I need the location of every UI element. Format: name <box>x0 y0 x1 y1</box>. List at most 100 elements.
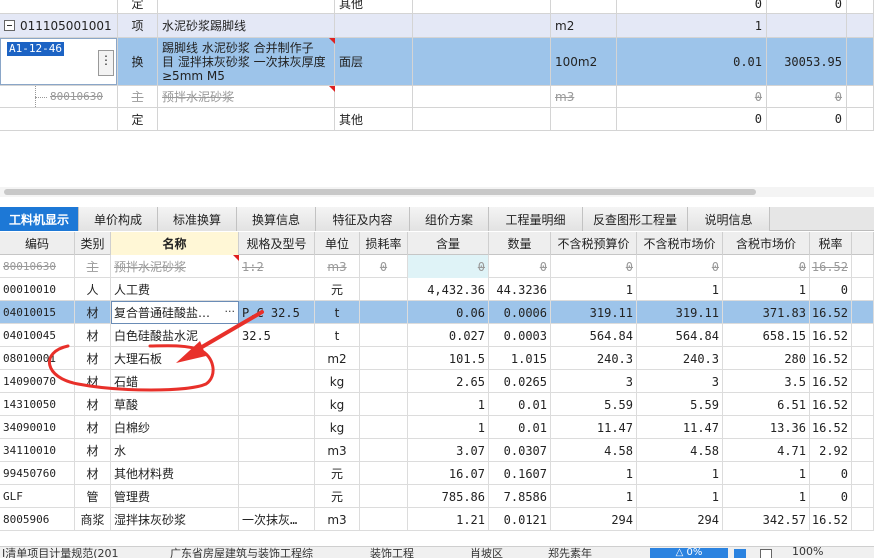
top-cell-type: 主 <box>118 86 158 107</box>
name-cell-editor[interactable]: 复合普通硅酸盐… ··· <box>111 301 239 324</box>
resource-cell-content: 2.65 <box>408 370 489 393</box>
resource-cell-p1: 1 <box>551 462 637 485</box>
header-market-price[interactable]: 不含税市场价 <box>637 232 723 255</box>
resource-cell-spec <box>239 278 315 301</box>
tab-quantity-detail[interactable]: 工程量明细 <box>489 207 583 231</box>
resource-cell-content: 3.07 <box>408 439 489 462</box>
resource-cell-spec <box>239 485 315 508</box>
resource-cell-content: 101.5 <box>408 347 489 370</box>
header-category[interactable]: 类别 <box>75 232 111 255</box>
top-cell-qty: 0 <box>617 108 767 130</box>
header-tax-rate[interactable]: 税率 <box>810 232 852 255</box>
resource-cell-p3: 3.5 <box>723 370 810 393</box>
scrollbar-thumb[interactable] <box>4 189 756 195</box>
top-row-main-material[interactable]: 80010630 主预拌水泥砂浆 m3 0 0 <box>0 86 874 108</box>
resource-row[interactable]: 14090070 材石蜡 kg 2.65 0.0265 3 3 3.5 16.52 <box>0 370 874 393</box>
resource-cell-loss <box>360 508 408 531</box>
top-cell-qty: 1 <box>617 14 767 37</box>
resource-cell-unit: m3 <box>315 439 360 462</box>
resource-cell-cat: 主 <box>75 255 111 278</box>
top-row-bill-item[interactable]: 011105001001 项水泥砂浆踢脚线 m2 1 <box>0 14 874 38</box>
resource-cell-name: 湿拌抹灰砂浆 <box>111 508 239 531</box>
resource-cell-p2: 1 <box>637 278 723 301</box>
ellipsis-button[interactable]: ··· <box>225 305 236 318</box>
header-quantity[interactable]: 数量 <box>489 232 551 255</box>
resource-cell-cat: 管 <box>75 485 111 508</box>
resource-row[interactable]: GLF 管管理费元 785.86 7.8586 1 1 1 0 <box>0 485 874 508</box>
header-budget-price[interactable]: 不含税预算价 <box>551 232 637 255</box>
resource-row[interactable]: 00010010 人人工费元 4,432.36 44.3236 1 1 1 0 <box>0 278 874 301</box>
tab-unit-price[interactable]: 单价构成 <box>79 207 158 231</box>
resource-row[interactable]: 80010630 主预拌水泥砂浆 1:2 m3 0 0 0 0 0 0 16.52 <box>0 255 874 278</box>
top-row-quota-item[interactable]: A1-12-46 ⋮ 换踢脚线 水泥砂浆 合并制作子目 湿拌抹灰砂浆 一次抹灰厚度 ≥… <box>0 38 874 86</box>
header-tax-market-price[interactable]: 含税市场价 <box>723 232 810 255</box>
resource-cell-unit: kg <box>315 393 360 416</box>
resource-cell-tax: 0 <box>810 278 852 301</box>
quota-code[interactable]: A1-12-46 <box>7 42 64 56</box>
resource-cell-p2: 319.11 <box>637 301 723 324</box>
header-unit[interactable]: 单位 <box>315 232 360 255</box>
tab-graphic-quantity[interactable]: 反查图形工程量 <box>583 207 688 231</box>
resource-row[interactable]: 14310050 材草酸 kg 1 0.01 5.59 5.59 6.51 16.52 <box>0 393 874 416</box>
tab-conversion-info[interactable]: 换算信息 <box>237 207 316 231</box>
resource-cell-tax: 16.52 <box>810 324 852 347</box>
note-marker-icon <box>233 255 239 261</box>
tab-pricing-plan[interactable]: 组价方案 <box>410 207 489 231</box>
quota-name-line: 踢脚线 水泥砂浆 合并制作子 <box>162 40 314 55</box>
resource-cell-p3: 342.57 <box>723 508 810 531</box>
resource-cell-content: 0 <box>408 255 489 278</box>
view-mode-icon[interactable] <box>734 549 746 558</box>
resource-cell-loss <box>360 439 408 462</box>
top-cell-unit: 100m2 <box>551 38 617 85</box>
header-spec[interactable]: 规格及型号 <box>239 232 315 255</box>
quota-code-editor[interactable]: A1-12-46 ⋮ <box>0 38 117 85</box>
resource-row[interactable]: 04010015 材 P.C 32.5 t 0.06 0.0006 319.11 319.11… <box>0 301 874 324</box>
header-loss-rate[interactable]: 损耗率 <box>360 232 408 255</box>
resource-cell-tax: 2.92 <box>810 439 852 462</box>
header-content[interactable]: 含量 <box>408 232 489 255</box>
top-horizontal-scrollbar[interactable] <box>0 187 874 197</box>
resource-cell-name: 管理费 <box>111 485 239 508</box>
status-progress-button[interactable]: △ 0% <box>650 548 728 558</box>
header-name[interactable]: 名称 <box>111 232 239 255</box>
resource-row[interactable]: 34090010 材白棉纱 kg 1 0.01 11.47 11.47 13.36 16.52 <box>0 416 874 439</box>
tab-standard-conversion[interactable]: 标准换算 <box>158 207 237 231</box>
resource-cell-p1: 11.47 <box>551 416 637 439</box>
resource-row[interactable]: 34110010 材水 m3 3.07 0.0307 4.58 4.58 4.71 2.92 <box>0 439 874 462</box>
resource-cell-cat: 材 <box>75 324 111 347</box>
resource-cell-p3: 1 <box>723 485 810 508</box>
name-editor-text[interactable]: 复合普通硅酸盐… <box>114 304 210 321</box>
resource-cell-content: 0.027 <box>408 324 489 347</box>
resource-cell-p2: 240.3 <box>637 347 723 370</box>
status-item-region: 肖坡区 <box>470 547 503 558</box>
resource-row[interactable]: 08010001 材大理石板 m2 101.5 1.015 240.3 240.3 280 16… <box>0 347 874 370</box>
resource-row[interactable]: 04010045 材白色硅酸盐水泥 32.5 t 0.027 0.0003 564.84 56… <box>0 324 874 347</box>
ellipsis-button[interactable]: ⋮ <box>98 50 114 76</box>
top-cell-price: 30053.95 <box>767 38 847 85</box>
resource-row[interactable]: 8005906 商浆 湿拌抹灰砂浆 一次抹灰… m3 1.21 0.0121 294 294 34… <box>0 508 874 531</box>
tab-features[interactable]: 特征及内容 <box>316 207 410 231</box>
resource-cell-p2: 4.58 <box>637 439 723 462</box>
collapse-icon[interactable] <box>4 20 15 31</box>
resource-cell-cat: 材 <box>75 370 111 393</box>
resource-cell-content: 0.06 <box>408 301 489 324</box>
resource-cell-p3: 280 <box>723 347 810 370</box>
resource-cell-qty: 0.0307 <box>489 439 551 462</box>
bill-code: 011105001001 <box>20 18 112 33</box>
resource-cell-end <box>852 301 874 324</box>
resource-cell-name: 白色硅酸盐水泥 <box>111 324 239 347</box>
resource-cell-tax: 16.52 <box>810 393 852 416</box>
tab-notes[interactable]: 说明信息 <box>688 207 770 231</box>
top-row-other-1[interactable]: 定 其他 0 0 <box>0 0 874 14</box>
resource-cell-code: 14090070 <box>0 370 75 393</box>
top-cell-code: 011105001001 <box>0 14 118 37</box>
resource-row[interactable]: 99450760 材其他材料费元 16.07 0.1607 1 1 1 0 <box>0 462 874 485</box>
resource-cell-content: 1 <box>408 393 489 416</box>
top-row-other-2[interactable]: 定 其他 0 0 <box>0 108 874 131</box>
layout-icon[interactable] <box>760 549 772 558</box>
tab-resources[interactable]: 工料机显示 <box>0 207 79 231</box>
header-code[interactable]: 编码 <box>0 232 75 255</box>
top-cell-type: 项 <box>118 14 158 37</box>
resource-cell-qty: 0.0003 <box>489 324 551 347</box>
resource-cell-tax: 0 <box>810 462 852 485</box>
